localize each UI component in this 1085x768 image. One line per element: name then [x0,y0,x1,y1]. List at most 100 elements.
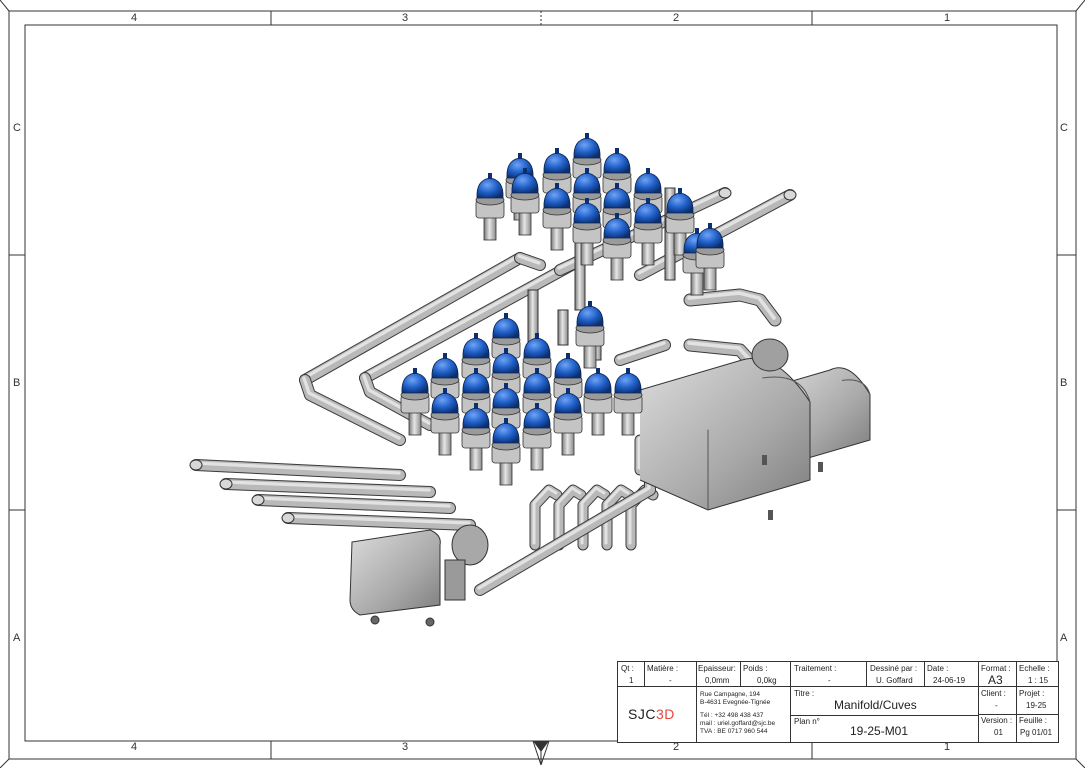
pump-outlet [444,559,466,601]
titre-label: Titre : [794,689,815,698]
plan-label: Plan n° [794,717,820,726]
actuator-cap [504,418,508,424]
actuator-cap [585,133,589,139]
epaisseur-label: Epaisseur: [698,664,736,673]
actuator-cap [488,173,492,179]
pipe-end [251,494,265,506]
tank-leg [762,455,767,465]
feuille-value: Pg 01/01 [1020,728,1053,737]
epaisseur-value: 0,0mm [705,676,730,685]
tank-left [639,357,811,511]
traitement-value: - [828,676,831,685]
actuator-head-blue [431,357,459,379]
valve [430,388,460,456]
drawing-sheet: 4 3 2 1 4 3 2 1 C B A C B A Qt: 1 Matiè… [0,0,1085,768]
pipe-end [189,459,203,471]
actuator-cap [708,223,712,229]
actuator-cap [523,168,527,174]
actuator-head-blue [584,372,612,394]
pump-foot [370,615,380,625]
version-value: 01 [994,728,1003,737]
echelle-value: 1 : 15 [1028,676,1049,685]
actuator-head-blue [573,137,601,159]
actuator-cap [566,353,570,359]
pipe-body [684,289,781,326]
tank-leg [768,510,773,520]
actuator-head-blue [462,337,490,359]
valve [602,213,632,281]
tank-body [639,357,811,511]
projet-value: 19-25 [1026,701,1047,710]
valve [491,418,521,486]
actuator-cap [588,301,592,307]
date-value: 24-06-19 [933,676,966,685]
riser-pipe [557,309,569,346]
actuator-cap [555,148,559,154]
dessine-label: Dessiné par : [870,664,918,673]
echelle-label: Echelle : [1019,664,1050,673]
valve [542,183,572,251]
actuator-head-blue [476,177,504,199]
actuator-cap [535,368,539,374]
address-line-2: B-4631 Evegnée-Tignée [700,699,771,706]
actuator-cap [566,388,570,394]
titre-value: Manifold/Cuves [834,698,917,712]
pump-foot [425,617,435,627]
pipe-end [718,187,732,199]
actuator-cap [615,183,619,189]
tank-leg [818,462,823,472]
logo-text-sjc: SJC [628,706,656,722]
actuator-cap [535,333,539,339]
valve [613,368,643,436]
valve [522,403,552,471]
pipe-end [219,478,233,490]
company-logo: SJC3D [628,707,675,721]
transfer-pump [751,338,789,372]
actuator-cap [678,188,682,194]
pipe-end [783,189,797,201]
valve [553,388,583,456]
actuator-head-blue [603,152,631,174]
actuator-cap [474,368,478,374]
manifold-3d-model [189,133,871,627]
actuator-cap [646,168,650,174]
logo-text-3d: 3D [655,706,675,722]
actuator-head-blue [634,172,662,194]
actuator-cap [596,368,600,374]
actuator-cap [615,148,619,154]
pipe-end [281,512,295,524]
valve [583,368,613,436]
address-line-5: TVA : BE 0717 960 544 [700,728,768,735]
actuator-cap [504,383,508,389]
actuator-cap [585,168,589,174]
actuator-cap [695,228,699,234]
title-block: Qt : 1 Matière : - Epaisseur: 0,0mm Poid… [617,661,1059,743]
version-label: Version : [981,716,1013,725]
actuator-cap [615,213,619,219]
actuator-cap [535,403,539,409]
valve [633,198,663,266]
actuator-cap [474,333,478,339]
date-label: Date : [927,664,949,673]
format-label: Format : [981,664,1011,673]
address-line-3: Tél : +32 498 438 437 [700,712,764,719]
plan-value: 19-25-M01 [850,724,909,738]
client-value: - [995,701,998,710]
address-line-4: mail : uriel.goffard@sjc.be [700,720,776,727]
feuille-label: Feuille : [1019,716,1048,725]
actuator-cap [555,183,559,189]
format-value: A3 [988,673,1003,687]
actuator-head-blue [614,372,642,394]
client-label: Client : [981,689,1006,698]
traitement-label: Traitement : [794,664,837,673]
pipe-body [615,340,670,365]
dessine-value: U. Goffard [876,676,913,685]
actuator-head-blue [492,317,520,339]
actuator-cap [443,388,447,394]
projet-label: Projet : [1019,689,1045,698]
actuator-head-blue [554,357,582,379]
poids-value: 0,0kg [757,676,777,685]
qt-label: Qt : [621,664,634,673]
actuator-head-blue [543,152,571,174]
actuator-cap [504,313,508,319]
